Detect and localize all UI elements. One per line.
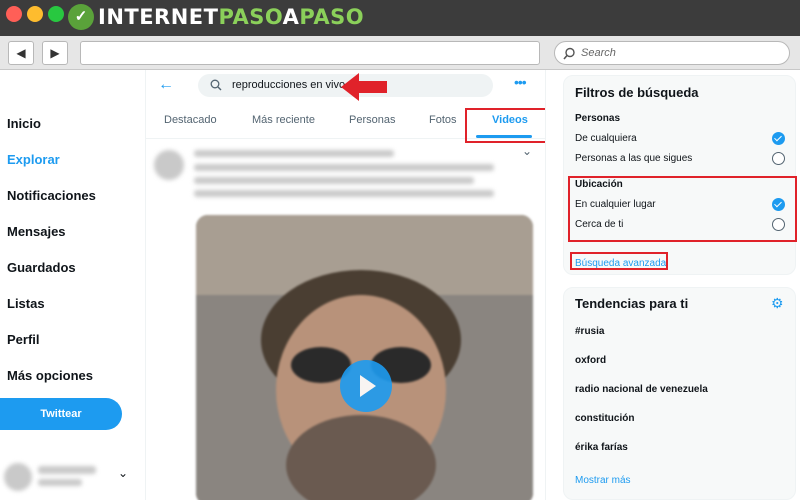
logo-icon: ✓ — [68, 4, 94, 30]
highlight-box-videos-tab — [465, 108, 545, 143]
browser-search-placeholder: Search — [581, 47, 616, 59]
search-icon — [563, 47, 575, 60]
search-query: reproducciones en vivo — [232, 79, 346, 91]
trend-item[interactable]: radio nacional de venezuela — [575, 384, 708, 395]
nav-more-options[interactable]: Más opciones — [7, 368, 93, 383]
browser-titlebar: ✓ INTERNETPASOAPASO — [0, 0, 800, 36]
people-anyone-radio[interactable] — [772, 132, 785, 145]
trend-item[interactable]: #rusia — [575, 326, 604, 337]
tweet-author-blurred — [194, 150, 394, 157]
people-option-anyone[interactable]: De cualquiera — [575, 133, 637, 144]
show-more-link[interactable]: Mostrar más — [575, 475, 631, 486]
play-button[interactable] — [340, 360, 392, 412]
search-results-column: ← reproducciones en vivo ••• Destacado M… — [146, 70, 546, 500]
account-handle-blurred — [38, 479, 82, 486]
tweet-text-line-2 — [194, 177, 474, 184]
tweet-header-blurred: ⌄ — [146, 140, 545, 220]
nav-lists[interactable]: Listas — [7, 296, 45, 311]
tab-photos[interactable]: Fotos — [429, 114, 457, 126]
video-thumbnail[interactable] — [196, 215, 533, 500]
filters-title: Filtros de búsqueda — [575, 85, 699, 100]
video-frame-image — [196, 215, 533, 500]
highlight-box-location — [568, 176, 797, 242]
nav-messages[interactable]: Mensajes — [7, 224, 66, 239]
nav-profile[interactable]: Perfil — [7, 332, 40, 347]
tab-people[interactable]: Personas — [349, 114, 395, 126]
browser-toolbar: ◀ ▶ Search — [0, 36, 800, 70]
trend-item[interactable]: érika farías — [575, 442, 628, 453]
tweet-text-line-1 — [194, 164, 494, 171]
trends-panel: Tendencias para ti ⚙ #rusia oxford radio… — [563, 287, 796, 500]
nav-bookmarks[interactable]: Guardados — [7, 260, 76, 275]
browser-search-input[interactable]: Search — [554, 41, 790, 65]
search-filters-panel: Filtros de búsqueda Personas De cualquie… — [563, 75, 797, 275]
avatar — [4, 463, 32, 491]
gear-icon[interactable]: ⚙ — [771, 295, 784, 312]
trends-title: Tendencias para ti — [575, 296, 689, 311]
tab-top[interactable]: Destacado — [164, 114, 217, 126]
people-option-following[interactable]: Personas a las que sigues — [575, 153, 692, 164]
minimize-window-button[interactable] — [27, 6, 43, 22]
nav-home[interactable]: Inicio — [7, 116, 41, 131]
account-switcher[interactable]: ⌄ — [0, 455, 140, 500]
annotation-arrow-icon — [341, 73, 387, 101]
tab-latest[interactable]: Más reciente — [252, 114, 315, 126]
maximize-window-button[interactable] — [48, 6, 64, 22]
tweet-text-line-3 — [194, 190, 494, 197]
chevron-down-icon: ⌄ — [118, 466, 129, 480]
back-button[interactable]: ◀ — [8, 41, 34, 65]
forward-button[interactable]: ▶ — [42, 41, 68, 65]
close-window-button[interactable] — [6, 6, 22, 22]
address-bar[interactable] — [80, 41, 540, 65]
trend-item[interactable]: oxford — [575, 355, 606, 366]
site-logo: INTERNETPASOAPASO — [98, 5, 365, 29]
highlight-box-advanced-search — [570, 252, 668, 270]
tweet-button[interactable]: Twittear — [0, 398, 122, 430]
search-icon — [210, 79, 222, 91]
chevron-down-icon[interactable]: ⌄ — [522, 144, 532, 158]
more-options-icon[interactable]: ••• — [514, 74, 527, 90]
left-navigation: Inicio Explorar Notificaciones Mensajes … — [0, 70, 146, 500]
nav-notifications[interactable]: Notificaciones — [7, 188, 96, 203]
nav-explore[interactable]: Explorar — [7, 152, 60, 167]
people-following-radio[interactable] — [772, 152, 785, 165]
people-heading: Personas — [575, 113, 621, 124]
back-arrow-icon[interactable]: ← — [158, 76, 174, 94]
trend-item[interactable]: constitución — [575, 413, 634, 424]
account-name-blurred — [38, 466, 96, 474]
tweet-avatar — [154, 150, 184, 180]
